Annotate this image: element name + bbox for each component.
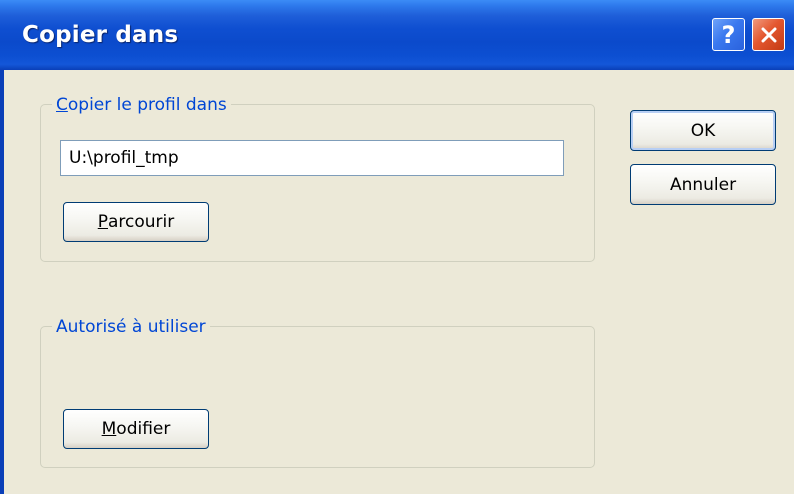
dialog-window: Copier dans ? Copier le profil dans Parc… (0, 0, 794, 494)
question-mark-icon: ? (721, 20, 736, 49)
modify-label-accel: M (101, 419, 117, 439)
window-title: Copier dans (22, 22, 179, 48)
window-frame-left (0, 70, 4, 494)
browse-button[interactable]: Parcourir (63, 202, 209, 242)
help-button[interactable]: ? (712, 18, 745, 51)
browse-label-rest: arcourir (108, 212, 175, 232)
cancel-button[interactable]: Annuler (630, 164, 776, 205)
modify-button[interactable]: Modifier (63, 409, 209, 449)
modify-label-rest: odifier (116, 419, 171, 439)
copy-profile-legend-rest: opier le profil dans (67, 95, 227, 115)
destination-path-input[interactable] (60, 140, 564, 176)
copy-profile-legend: Copier le profil dans (52, 95, 231, 115)
copy-profile-legend-accel: C (56, 95, 68, 115)
ok-button[interactable]: OK (630, 110, 776, 151)
close-icon (761, 27, 776, 42)
browse-label-accel: P (97, 212, 108, 232)
title-bar[interactable]: Copier dans ? (0, 0, 794, 70)
close-button[interactable] (752, 18, 785, 51)
allowed-users-legend: Autorisé à utiliser (52, 317, 210, 337)
